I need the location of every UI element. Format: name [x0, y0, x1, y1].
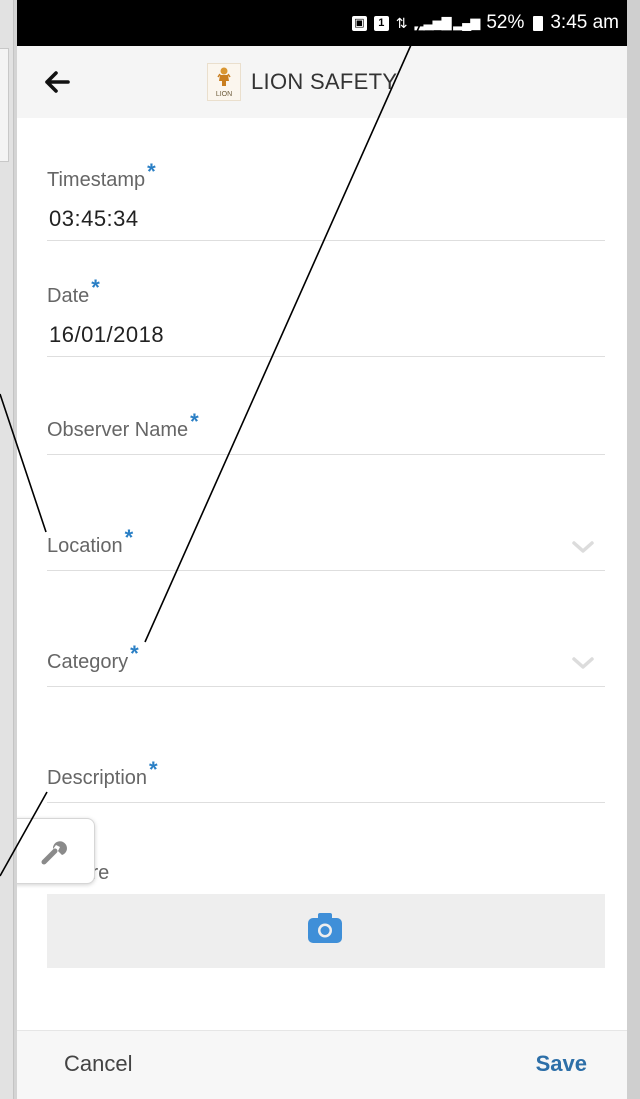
observer-name-label: Observer Name* — [47, 409, 199, 442]
category-label-text: Category — [47, 651, 129, 673]
app-branding: LION LION SAFETY — [207, 60, 397, 104]
required-mark: * — [130, 641, 139, 666]
timestamp-value: 03:45:34 — [49, 206, 139, 231]
description-label-text: Description — [47, 767, 148, 789]
lion-icon — [217, 67, 231, 86]
date-label: Date* — [47, 275, 100, 308]
location-label-text: Location — [47, 535, 123, 557]
notification-icon: ▣ — [351, 15, 367, 31]
timestamp-label-text: Timestamp — [47, 169, 146, 191]
save-button[interactable]: Save — [536, 1051, 587, 1077]
arrow-left-icon — [45, 71, 70, 93]
wrench-icon — [41, 841, 67, 865]
back-button[interactable] — [35, 60, 79, 104]
app-bar: LION LION SAFETY — [17, 46, 627, 118]
sim-1-icon: 1 — [373, 15, 389, 31]
battery-icon — [533, 15, 544, 31]
status-bar: ▣ 1 ⇅ ▂▃▅▇ ▂▄▆ 52% 3:45 am — [17, 0, 627, 46]
date-value: 16/01/2018 — [49, 322, 165, 347]
battery-percent: 52% — [486, 12, 525, 33]
required-mark: * — [149, 757, 158, 782]
category-dropdown[interactable]: Category* — [47, 600, 605, 687]
observer-name-label-text: Observer Name — [47, 419, 189, 441]
location-label: Location* — [47, 525, 133, 558]
action-bar: Cancel Save — [17, 1030, 627, 1099]
phone-screen: ▣ 1 ⇅ ▂▃▅▇ ▂▄▆ 52% 3:45 am LION LION SAF… — [17, 0, 627, 1099]
category-label: Category* — [47, 641, 139, 674]
chevron-down-icon — [572, 541, 594, 553]
required-mark: * — [124, 525, 134, 550]
background-tab — [0, 48, 9, 162]
date-label-text: Date — [47, 285, 90, 307]
status-icons: ▣ 1 ⇅ ▂▃▅▇ ▂▄▆ 52% 3:45 am — [351, 0, 619, 46]
description-label: Description* — [47, 757, 158, 790]
signal-strength-icon: ▂▃▅▇ ▂▄▆ — [414, 15, 481, 30]
background-window-edge-right — [627, 0, 640, 1099]
observer-name-field[interactable]: Observer Name* — [47, 368, 605, 455]
required-mark: * — [147, 159, 156, 184]
camera-icon — [308, 913, 342, 943]
cancel-button[interactable]: Cancel — [64, 1051, 132, 1077]
date-field[interactable]: Date* 16/01/2018 — [47, 268, 605, 357]
required-mark: * — [190, 409, 199, 434]
chevron-down-icon — [572, 657, 594, 669]
app-title: LION SAFETY — [251, 69, 398, 94]
description-field[interactable]: Description* — [47, 716, 605, 803]
timestamp-label: Timestamp* — [47, 159, 156, 192]
picture-upload-button[interactable] — [47, 894, 605, 968]
status-time: 3:45 am — [550, 12, 619, 33]
lion-logo: LION — [207, 63, 241, 101]
tools-button[interactable] — [17, 818, 95, 884]
background-window-edge — [0, 0, 14, 1099]
data-transfer-icon: ⇅ — [395, 14, 408, 31]
timestamp-field[interactable]: Timestamp* 03:45:34 — [47, 152, 605, 241]
location-dropdown[interactable]: Location* — [47, 484, 605, 571]
logo-text: LION — [215, 91, 233, 98]
required-mark: * — [91, 275, 100, 300]
